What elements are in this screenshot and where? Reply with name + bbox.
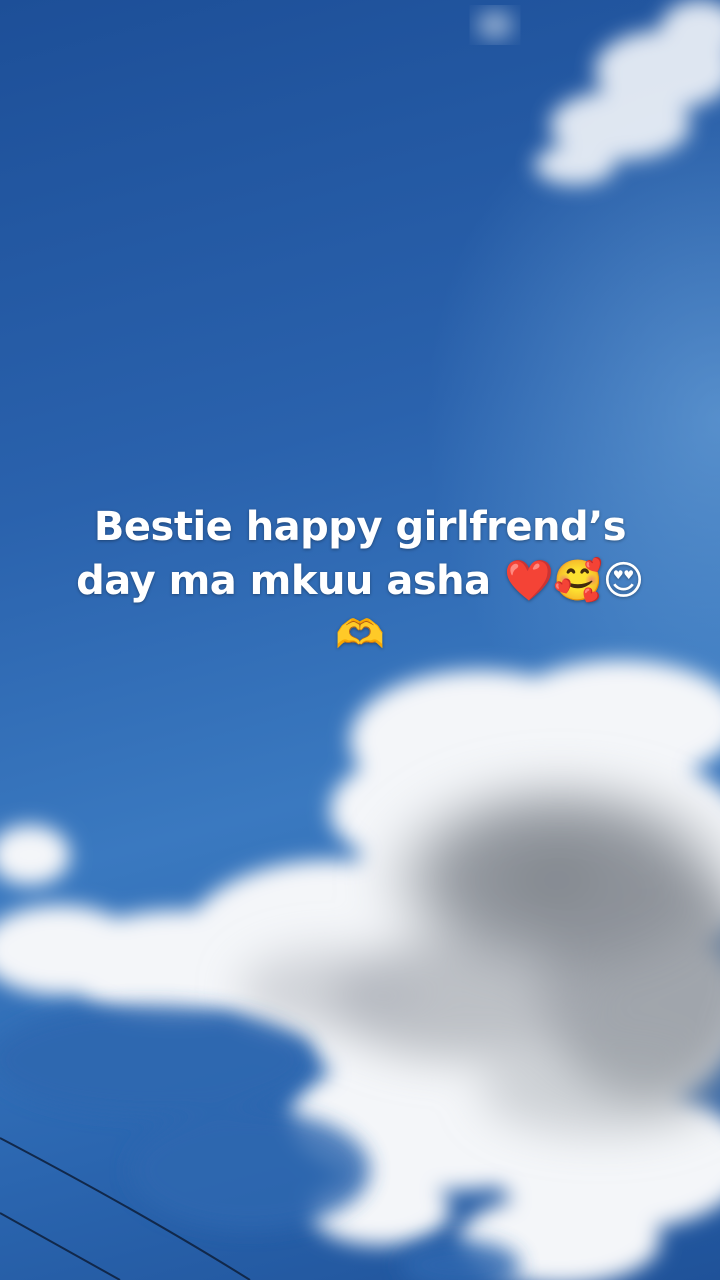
caption-line-1: Bestie happy girlfrend’s [93,504,627,550]
caption-line-3: 🫶 [335,612,385,658]
story-caption: Bestie happy girlfrend’s day ma mkuu ash… [60,500,660,662]
caption-line-2: day ma mkuu asha ❤️🥰😍 [76,558,644,604]
story-screen: Bestie happy girlfrend’s day ma mkuu ash… [0,0,720,1280]
top-right-cloud [535,0,720,185]
